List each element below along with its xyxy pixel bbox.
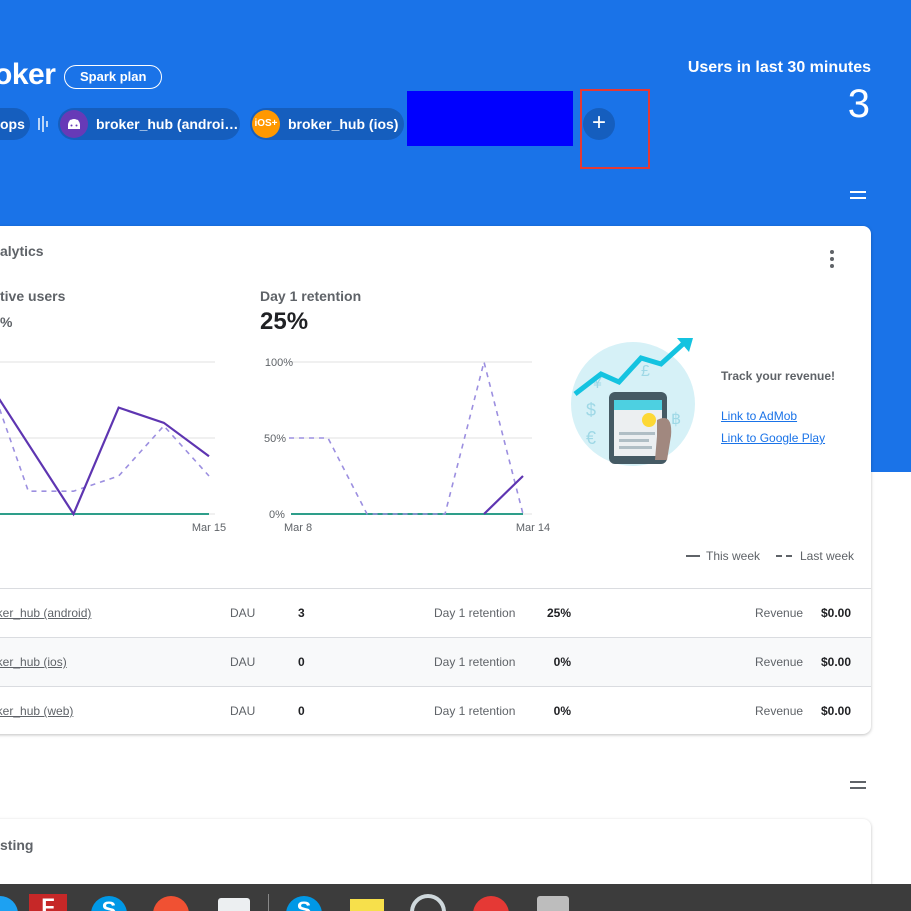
y-tick-label: 100%	[265, 357, 293, 369]
active-users-label: tive users	[0, 288, 66, 304]
dau-value: 0	[298, 704, 305, 718]
y-tick-label: 0%	[269, 509, 285, 521]
revenue-value: $0.00	[821, 655, 852, 669]
svg-text:€: €	[586, 428, 596, 448]
highlight-box	[580, 89, 650, 169]
android-icon	[60, 110, 88, 138]
app-link[interactable]: oker_hub (android)	[0, 606, 91, 620]
taskbar: F S S	[0, 884, 911, 911]
x-tick-label: Mar 15	[192, 522, 226, 534]
more-options-icon[interactable]	[830, 250, 834, 268]
dau-label: DAU	[230, 655, 256, 669]
table-row: oker_hub (android) DAU 3 Day 1 retention…	[0, 588, 871, 637]
revenue-value: $0.00	[821, 606, 852, 620]
link-to-admob[interactable]: Link to AdMob	[721, 409, 797, 423]
drive-icon[interactable]	[537, 896, 569, 911]
analytics-card-title: alytics	[0, 243, 44, 259]
users-last-30-min-count: 3	[847, 82, 870, 126]
flash-icon[interactable]: F	[29, 894, 67, 911]
retention-label: Day 1 retention	[434, 606, 516, 620]
app-chip-ios-label: broker_hub (ios)	[288, 116, 399, 132]
legend-last-week-label: Last week	[800, 549, 855, 563]
legend-last-week: Last week	[776, 549, 854, 563]
revenue-label: Revenue	[755, 606, 804, 620]
table-row: oker_hub (ios) DAU 0 Day 1 retention 0% …	[0, 637, 871, 686]
app-chip-android[interactable]: broker_hub (androi…	[58, 108, 240, 140]
legend-this-week: This week	[686, 549, 760, 563]
revenue-label: Revenue	[755, 655, 804, 669]
taskbar-edge-icon[interactable]	[0, 896, 18, 911]
ios-icon: iOS+	[252, 110, 280, 138]
app-link[interactable]: oker_hub (ios)	[0, 655, 67, 669]
git-icon[interactable]	[153, 896, 189, 911]
active-users-value: %	[0, 314, 13, 330]
dau-value: 0	[298, 655, 305, 669]
active-users-chart: Mar 15	[0, 361, 226, 534]
series-line-last-week	[0, 407, 210, 492]
red-app-icon[interactable]	[473, 896, 509, 911]
apps-chip-label: ops	[0, 116, 25, 132]
text-editor-icon[interactable]	[218, 898, 250, 911]
dashed-line-icon	[776, 555, 794, 557]
drag-handle-icon[interactable]	[850, 191, 866, 201]
retention-label: Day 1 retention	[434, 704, 516, 718]
app-link[interactable]: oker_hub (web)	[0, 704, 73, 718]
svg-text:£: £	[641, 363, 650, 380]
analytics-card: alytics tive users % Day 1 retention 25%…	[0, 226, 871, 734]
app-chip-android-label: broker_hub (androi…	[96, 116, 239, 132]
revenue-illustration: ¥ £ $ € ฿	[571, 336, 701, 466]
dau-value: 3	[298, 606, 305, 620]
x-tick-label: Mar 14	[516, 522, 550, 534]
header-extension	[871, 226, 911, 472]
promo-title: Track your revenue!	[721, 369, 836, 383]
retention-label: Day 1 retention	[260, 288, 362, 304]
retention-value: 0%	[553, 704, 571, 718]
users-last-30-min-label: Users in last 30 minutes	[687, 59, 871, 76]
project-title: oker	[0, 58, 56, 91]
retention-label: Day 1 retention	[434, 655, 516, 669]
skype-icon[interactable]: S	[91, 896, 127, 911]
retention-value: 25%	[260, 308, 309, 335]
table-row: oker_hub (web) DAU 0 Day 1 retention 0% …	[0, 686, 871, 734]
plan-chip[interactable]: Spark plan	[64, 65, 163, 89]
second-card-title: sting	[0, 837, 34, 853]
app-chip-ios[interactable]: iOS+ broker_hub (ios)	[250, 108, 404, 140]
revenue-label: Revenue	[755, 704, 804, 718]
svg-text:฿: ฿	[671, 411, 681, 428]
y-tick-label: 50%	[264, 433, 286, 445]
solid-line-icon	[686, 555, 700, 557]
settings-gear-icon[interactable]	[410, 894, 446, 911]
retention-chart: 100% 50% 0% Mar 8 Mar 14	[264, 357, 550, 534]
retention-value: 0%	[553, 655, 571, 669]
taskbar-separator	[268, 894, 269, 911]
revenue-value: $0.00	[821, 704, 852, 718]
skype-icon[interactable]: S	[286, 896, 322, 911]
link-to-google-play[interactable]: Link to Google Play	[721, 431, 825, 445]
dau-label: DAU	[230, 704, 256, 718]
redacted-region	[407, 91, 573, 146]
series-line-this-week	[0, 398, 210, 517]
drag-handle-icon[interactable]	[850, 781, 866, 791]
x-tick-label: Mar 8	[284, 522, 312, 534]
dau-label: DAU	[230, 606, 256, 620]
series-line-this-week	[483, 475, 524, 515]
legend-this-week-label: This week	[706, 549, 761, 563]
sticky-notes-icon[interactable]	[350, 899, 384, 911]
retention-value: 25%	[546, 606, 571, 620]
divider-icon	[38, 116, 50, 132]
svg-text:$: $	[586, 400, 596, 420]
